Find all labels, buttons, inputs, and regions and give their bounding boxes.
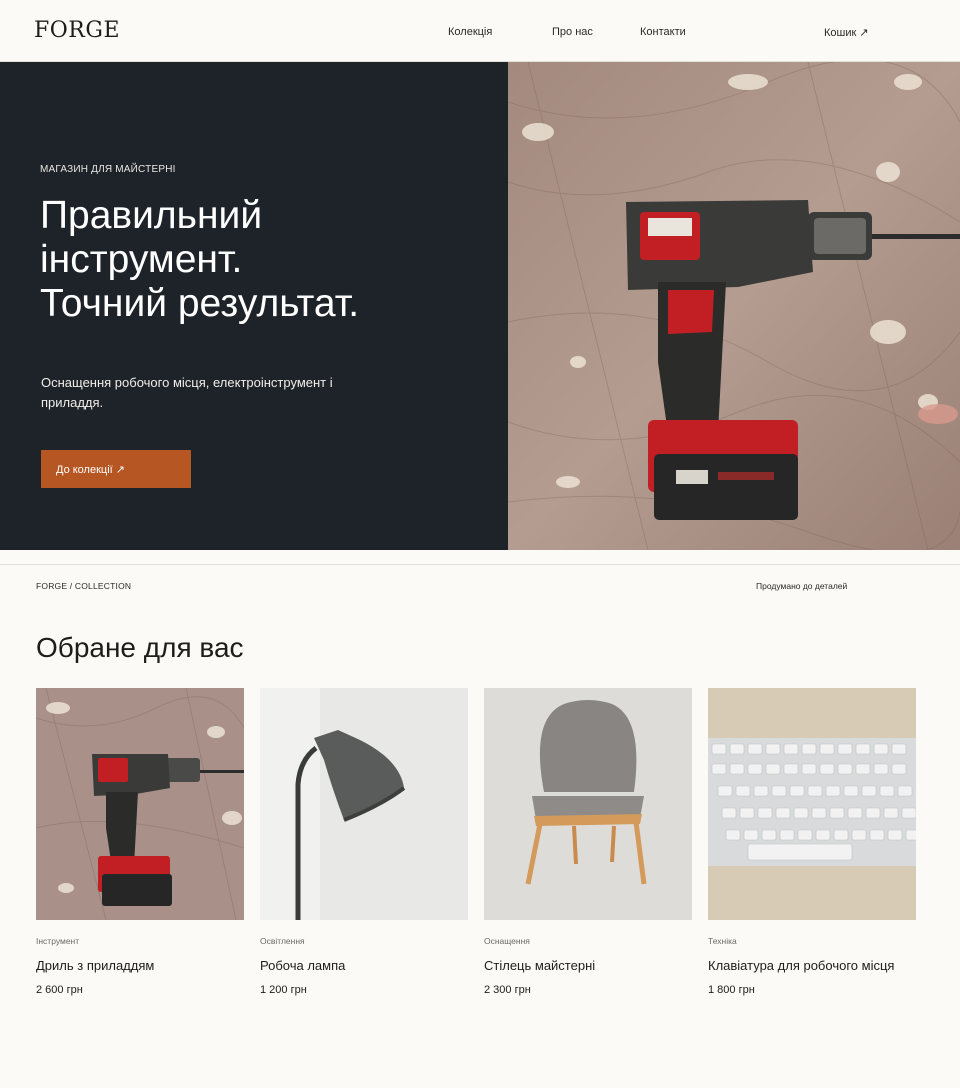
product-price: 1 200 грн	[260, 984, 307, 996]
product-card[interactable]: Освітлення Робоча лампа 1 200 грн	[260, 688, 468, 996]
nav-about[interactable]: Про нас	[552, 26, 593, 38]
hero-title-line: інструмент.	[40, 238, 243, 281]
hero-title: Правильний інструмент. Точний результат.	[40, 194, 480, 326]
product-category: Інструмент	[36, 936, 80, 946]
hero-description: Оснащення робочого місця, електроінструм…	[41, 375, 333, 410]
nav-collection[interactable]: Колекція	[448, 26, 492, 38]
product-card[interactable]: Техніка Клавіатура для робочого місця 1 …	[708, 688, 916, 996]
logo[interactable]: FORGE	[34, 18, 120, 43]
product-price: 2 600 грн	[36, 984, 83, 996]
product-image-drill[interactable]	[36, 688, 244, 920]
product-name[interactable]: Робоча лампа	[260, 958, 345, 973]
nav-contacts[interactable]: Контакти	[640, 26, 686, 38]
product-name[interactable]: Стілець майстерні	[484, 958, 595, 973]
product-name[interactable]: Клавіатура для робочого місця	[708, 958, 894, 973]
section-title: Обране для вас	[36, 632, 244, 663]
product-price: 1 800 грн	[708, 984, 755, 996]
product-price: 2 300 грн	[484, 984, 531, 996]
collection-tagline: Продумано до деталей	[756, 581, 848, 591]
drill-hero-image	[508, 62, 960, 550]
product-category: Оснащення	[484, 936, 530, 946]
section-divider	[0, 564, 960, 565]
to-collection-button[interactable]: До колекції ↗	[41, 450, 191, 488]
product-image-chair[interactable]	[484, 688, 692, 920]
product-category: Освітлення	[260, 936, 305, 946]
hero-section: МАГАЗИН ДЛЯ МАЙСТЕРНІ Правильний інструм…	[0, 62, 960, 550]
hero-eyebrow: МАГАЗИН ДЛЯ МАЙСТЕРНІ	[40, 164, 176, 175]
product-card[interactable]: Оснащення Стілець майстерні 2 300 грн	[484, 688, 692, 996]
breadcrumb: FORGE / COLLECTION	[36, 581, 132, 591]
hero-title-line: Правильний	[40, 194, 263, 237]
cart-link[interactable]: Кошик ↗	[824, 26, 869, 39]
product-image-lamp[interactable]	[260, 688, 468, 920]
hero-title-line: Точний результат.	[40, 282, 360, 325]
product-card[interactable]: Інструмент Дриль з приладдям 2 600 грн	[36, 688, 244, 996]
product-name[interactable]: Дриль з приладдям	[36, 958, 154, 973]
product-image-keyboard[interactable]	[708, 688, 916, 920]
product-category: Техніка	[708, 936, 737, 946]
site-header: FORGE Колекція Про нас Контакти Кошик ↗	[0, 0, 960, 62]
